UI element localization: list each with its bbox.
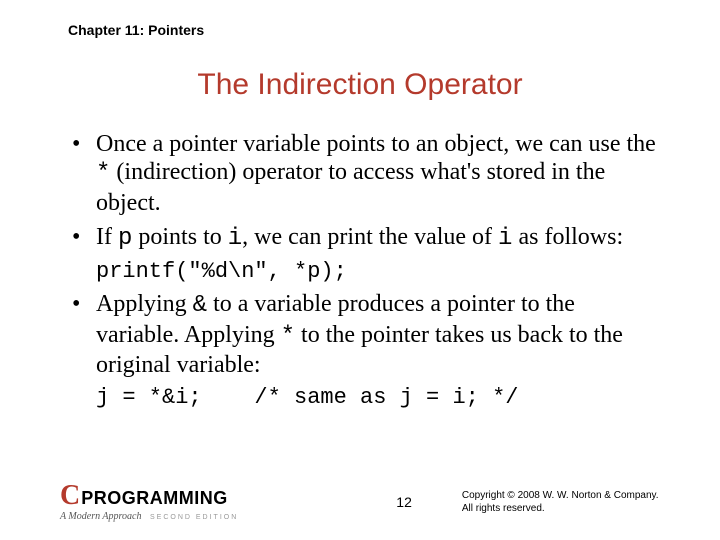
copyright: Copyright © 2008 W. W. Norton & Company.… [462, 489, 659, 515]
bullet-text: (indirection) operator to access what's … [96, 159, 605, 215]
bullet-text: points to [132, 224, 227, 250]
code-block: printf("%d\n", *p); [96, 259, 660, 284]
bullet-item: Applying & to a variable produces a poin… [60, 290, 660, 379]
logo-sub-text: A Modern Approach [60, 511, 141, 522]
logo-edition: SECOND EDITION [150, 514, 238, 521]
bullet-list: Once a pointer variable points to an obj… [60, 130, 660, 253]
copyright-line: Copyright © 2008 W. W. Norton & Company. [462, 489, 659, 502]
slide: Chapter 11: Pointers The Indirection Ope… [0, 0, 720, 410]
inline-code: i [498, 225, 512, 252]
logo-c-letter: C [60, 482, 80, 510]
bullet-list: Applying & to a variable produces a poin… [60, 290, 660, 379]
bullet-item: Once a pointer variable points to an obj… [60, 130, 660, 217]
bullet-item: If p points to i, we can print the value… [60, 223, 660, 253]
inline-code: * [96, 160, 110, 187]
code-block: j = *&i; /* same as j = i; */ [96, 385, 660, 410]
slide-title: The Indirection Operator [60, 68, 660, 102]
inline-code: & [193, 292, 207, 319]
inline-code: * [281, 323, 295, 350]
bullet-text: If [96, 224, 118, 250]
book-logo: CPROGRAMMING A Modern Approach SECOND ED… [60, 482, 238, 522]
logo-title: CPROGRAMMING [60, 482, 238, 510]
inline-code: p [118, 225, 132, 252]
chapter-label: Chapter 11: Pointers [68, 22, 660, 38]
bullet-text: as follows: [512, 224, 623, 250]
logo-text: PROGRAMMING [81, 489, 228, 507]
page-number: 12 [396, 494, 412, 510]
bullet-text: Applying [96, 291, 193, 317]
logo-subtitle: A Modern Approach SECOND EDITION [60, 512, 238, 522]
bullet-text: Once a pointer variable points to an obj… [96, 131, 656, 157]
copyright-line: All rights reserved. [462, 502, 659, 515]
footer: CPROGRAMMING A Modern Approach SECOND ED… [60, 482, 660, 522]
bullet-text: , we can print the value of [242, 224, 498, 250]
inline-code: i [228, 225, 242, 252]
